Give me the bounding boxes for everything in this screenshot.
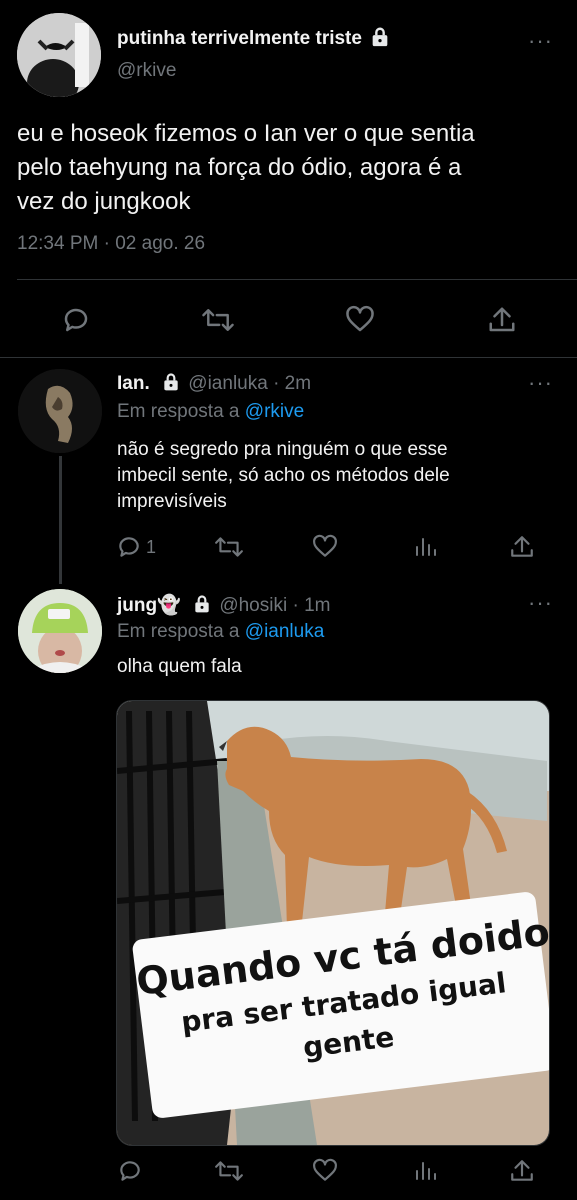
analytics-icon <box>416 1162 436 1180</box>
reply-button[interactable] <box>56 303 96 337</box>
retweet-icon <box>215 537 243 557</box>
display-name[interactable]: jung👻 <box>117 595 181 616</box>
retweet-button[interactable] <box>196 303 240 337</box>
timestamp[interactable]: 12:34 PM · 02 ago. 26 <box>17 233 205 255</box>
retweet-button[interactable] <box>212 533 246 561</box>
more-icon[interactable]: ··· <box>528 30 553 52</box>
tweet-text-line: eu e hoseok fizemos o Ian ver o que sent… <box>17 120 475 147</box>
more-icon[interactable]: ··· <box>528 372 553 394</box>
reply-text-line: imprevisíveis <box>117 491 227 512</box>
share-button[interactable] <box>508 533 536 561</box>
handle[interactable]: @ianluka <box>188 373 268 394</box>
reply-context: Em resposta a <box>117 621 240 642</box>
reply-button[interactable] <box>116 1157 144 1185</box>
avatar-image <box>18 369 102 453</box>
reply-text-line: não é segredo pra ninguém o que esse <box>117 439 448 460</box>
lock-icon <box>195 595 209 613</box>
like-icon <box>313 534 337 557</box>
share-button[interactable] <box>482 303 522 337</box>
reply-to-link[interactable]: @rkive <box>245 401 304 422</box>
reply-count: 1 <box>146 536 157 557</box>
tweet-text-line: vez do jungkook <box>17 188 191 215</box>
reply-context: Em resposta a <box>117 401 240 422</box>
retweet-icon <box>202 309 234 331</box>
avatar[interactable] <box>18 589 102 673</box>
attached-image[interactable]: Quando vc tá doido pra ser tratado igual… <box>116 700 550 1146</box>
retweet-icon <box>215 1161 243 1181</box>
avatar[interactable] <box>17 13 101 97</box>
reply-icon <box>120 1161 140 1181</box>
display-name[interactable]: putinha terrivelmente triste <box>117 28 362 49</box>
reply-icon <box>119 537 139 557</box>
reply-to-link[interactable]: @ianluka <box>245 621 325 642</box>
share-icon <box>511 1160 533 1181</box>
thread-line <box>59 456 62 584</box>
divider <box>0 357 577 358</box>
like-button[interactable] <box>310 1157 340 1185</box>
avatar-image <box>18 589 102 673</box>
analytics-button[interactable] <box>412 1157 438 1185</box>
like-button[interactable] <box>310 533 340 561</box>
reply-text: olha quem fala <box>117 656 242 677</box>
post-time: · 2m <box>273 373 312 394</box>
analytics-button[interactable] <box>412 533 438 561</box>
retweet-button[interactable] <box>212 1157 246 1185</box>
lock-icon <box>164 373 178 391</box>
like-icon <box>346 305 374 332</box>
tweet-text-line: pelo taehyung na força do ódio, agora é … <box>17 154 462 181</box>
reply-icon <box>64 308 88 332</box>
reply-button[interactable]: 1 <box>116 533 156 561</box>
like-button[interactable] <box>340 303 380 337</box>
display-name[interactable]: Ian. <box>117 373 150 394</box>
reply-text: não é segredo pra ninguém o que esse imb… <box>117 437 450 515</box>
reply-text-line: imbecil sente, só acho os métodos dele <box>117 465 450 486</box>
divider <box>17 279 577 280</box>
handle[interactable]: @hosiki <box>219 595 287 616</box>
share-icon <box>511 536 533 557</box>
share-icon <box>489 307 515 332</box>
tweet-text: eu e hoseok fizemos o Ian ver o que sent… <box>17 117 475 219</box>
avatar[interactable] <box>18 369 102 453</box>
lock-icon <box>372 27 388 47</box>
more-icon[interactable]: ··· <box>528 592 553 614</box>
post-time: · 1m <box>292 595 331 616</box>
share-button[interactable] <box>508 1157 536 1185</box>
like-icon <box>313 1158 337 1181</box>
analytics-icon <box>416 538 436 556</box>
avatar-image <box>17 13 101 97</box>
handle[interactable]: @rkive <box>117 60 176 82</box>
